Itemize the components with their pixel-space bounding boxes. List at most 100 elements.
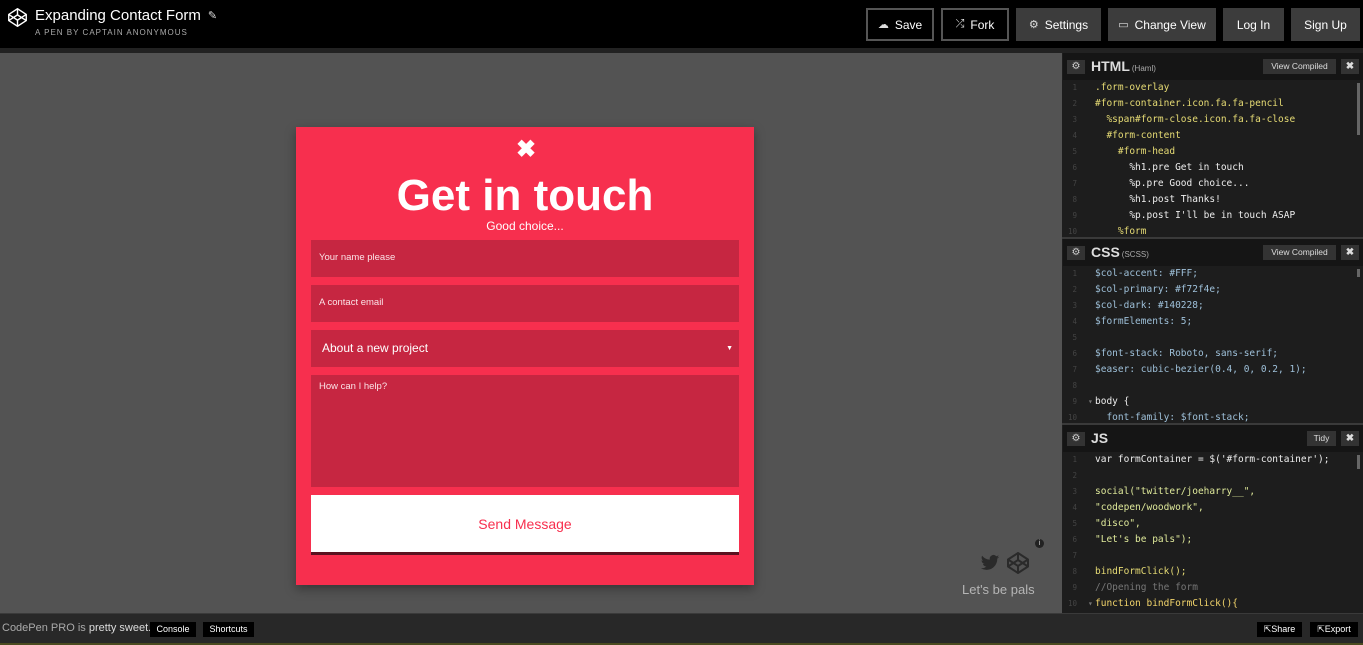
message-textarea[interactable]: How can I help? <box>311 375 739 487</box>
css-code-area[interactable]: 1 $col-accent: #FFF; 2 $col-primary: #f72f… <box>1063 266 1363 423</box>
code-line: //Opening the form <box>1095 582 1198 593</box>
layout-icon: ▭ <box>1118 19 1129 31</box>
result-preview: ✖ Get in touch Good choice... Your name … <box>0 53 1062 613</box>
pencil-icon[interactable]: ✎ <box>208 7 217 25</box>
social-caption: Let's be pals <box>962 582 1035 597</box>
fork-label: Fork <box>970 17 995 32</box>
form-subtitle: Good choice... <box>486 219 564 233</box>
fork-icon: ⤮ <box>955 18 965 30</box>
code-line: $easer: cubic-bezier(0.4, 0, 0.2, 1); <box>1095 364 1307 375</box>
html-editor-title: HTML (Haml) <box>1091 58 1156 74</box>
login-label: Log In <box>1236 17 1271 32</box>
info-icon[interactable]: i <box>1035 539 1044 548</box>
code-line: "disco", <box>1095 518 1141 529</box>
close-icon[interactable]: ✖ <box>515 138 537 162</box>
code-line: #form-container.icon.fa.fa-pencil <box>1095 98 1284 109</box>
pen-title: Expanding Contact Form ✎ <box>35 7 217 25</box>
code-line: #form-head <box>1095 146 1176 157</box>
twitter-icon[interactable] <box>980 553 1000 573</box>
fold-arrow-icon[interactable]: ▾ <box>1088 394 1093 410</box>
subject-select[interactable]: About a new project ▼ <box>311 330 739 367</box>
contact-form-card: ✖ Get in touch Good choice... Your name … <box>296 127 754 585</box>
css-editor-title: CSS (SCSS) <box>1091 244 1149 260</box>
close-icon[interactable]: ✖ <box>1341 245 1359 260</box>
js-editor-pane: ⚙ JS Tidy ✖ 1 var formContainer = $('#for… <box>1063 425 1363 613</box>
signup-button[interactable]: Sign Up <box>1291 8 1360 41</box>
html-editor-header: ⚙ HTML (Haml) View Compiled ✖ <box>1063 53 1363 80</box>
css-editor-pane: ⚙ CSS (SCSS) View Compiled ✖ 1 $col-accent… <box>1063 239 1363 423</box>
bottom-bar: CodePen PRO is pretty sweet. Console Sho… <box>0 613 1363 645</box>
html-editor-pane: ⚙ HTML (Haml) View Compiled ✖ 1 .form-over… <box>1063 53 1363 237</box>
code-line: %h1.pre Get in touch <box>1095 162 1244 173</box>
settings-button[interactable]: ⚙ Settings <box>1016 8 1101 41</box>
code-line: bindFormClick(); <box>1095 566 1187 577</box>
gear-icon[interactable]: ⚙ <box>1067 60 1085 74</box>
editor-column: ⚙ HTML (Haml) View Compiled ✖ 1 .form-over… <box>1062 53 1363 613</box>
chevron-down-icon: ▼ <box>726 345 733 352</box>
codepen-icon[interactable] <box>1006 551 1030 575</box>
code-line: %p.post I'll be in touch ASAP <box>1095 210 1296 221</box>
js-scrollbar[interactable] <box>1357 455 1360 469</box>
css-view-compiled-button[interactable]: View Compiled <box>1263 245 1336 260</box>
code-line: $col-primary: #f72f4e; <box>1095 284 1221 295</box>
code-line: "codepen/woodwork", <box>1095 502 1204 513</box>
gear-icon[interactable]: ⚙ <box>1067 246 1085 260</box>
close-icon[interactable]: ✖ <box>1341 59 1359 74</box>
code-line: $col-dark: #140228; <box>1095 300 1204 311</box>
code-line: %h1.post Thanks! <box>1095 194 1221 205</box>
js-editor-title: JS <box>1091 430 1109 446</box>
send-message-button[interactable]: Send Message <box>311 495 739 555</box>
name-input[interactable]: Your name please <box>311 240 739 277</box>
subject-select-value: About a new project <box>322 341 429 355</box>
console-button[interactable]: Console <box>150 622 196 637</box>
pro-promo[interactable]: CodePen PRO is pretty sweet. <box>2 622 151 634</box>
export-icon: ⇱ <box>1317 624 1325 634</box>
save-label: Save <box>894 17 923 32</box>
html-scrollbar[interactable] <box>1357 83 1360 135</box>
fork-button[interactable]: ⤮ Fork <box>941 8 1009 41</box>
js-editor-header: ⚙ JS Tidy ✖ <box>1063 425 1363 452</box>
shortcuts-button[interactable]: Shortcuts <box>203 622 254 637</box>
export-button[interactable]: ⇱Export <box>1310 622 1358 637</box>
pen-author: A PEN BY CAPTAIN ANONYMOUS <box>35 28 188 37</box>
js-code-area[interactable]: 1 var formContainer = $('#form-container'… <box>1063 452 1363 613</box>
close-icon[interactable]: ✖ <box>1341 431 1359 446</box>
code-line: body { <box>1095 396 1130 407</box>
html-view-compiled-button[interactable]: View Compiled <box>1263 59 1336 74</box>
code-line: function bindFormClick(){ <box>1095 598 1238 609</box>
change-view-label: Change View <box>1134 17 1206 32</box>
code-line: $formElements: 5; <box>1095 316 1193 327</box>
code-line: %p.pre Good choice... <box>1095 178 1250 189</box>
codepen-logo-icon[interactable] <box>7 7 28 28</box>
html-preprocessor: (Haml) <box>1131 64 1156 73</box>
code-line: "Let's be pals"); <box>1095 534 1193 545</box>
code-line: var formContainer = $('#form-container')… <box>1095 454 1330 465</box>
pen-title-text: Expanding Contact Form <box>35 7 201 24</box>
login-button[interactable]: Log In <box>1223 8 1284 41</box>
gear-icon[interactable]: ⚙ <box>1067 432 1085 446</box>
signup-label: Sign Up <box>1304 17 1347 32</box>
pro-promo-prefix: CodePen PRO is <box>2 622 86 634</box>
css-title-text: CSS <box>1091 244 1120 260</box>
share-button[interactable]: ⇱Share <box>1257 622 1302 637</box>
email-input[interactable]: A contact email <box>311 285 739 322</box>
code-line: #form-content <box>1095 130 1181 141</box>
css-scrollbar[interactable] <box>1357 269 1360 277</box>
js-tidy-button[interactable]: Tidy <box>1307 431 1336 446</box>
settings-label: Settings <box>1044 17 1089 32</box>
pro-promo-strong: pretty sweet. <box>88 622 152 634</box>
code-line: $col-accent: #FFF; <box>1095 268 1198 279</box>
code-line: $font-stack: Roboto, sans-serif; <box>1095 348 1279 359</box>
save-button[interactable]: ☁ Save <box>866 8 934 41</box>
top-header: Expanding Contact Form ✎ A PEN BY CAPTAI… <box>0 0 1363 48</box>
code-line: %form <box>1095 226 1147 237</box>
code-line: font-family: $font-stack; <box>1095 412 1250 423</box>
form-title: Get in touch <box>396 171 654 220</box>
html-code-area[interactable]: 1 .form-overlay 2 #form-container.icon.fa.… <box>1063 80 1363 237</box>
cloud-icon: ☁ <box>877 19 889 31</box>
html-title-text: HTML <box>1091 58 1130 74</box>
css-preprocessor: (SCSS) <box>1121 250 1149 259</box>
fold-arrow-icon[interactable]: ▾ <box>1088 596 1093 612</box>
code-line: .form-overlay <box>1095 82 1170 93</box>
change-view-button[interactable]: ▭ Change View <box>1108 8 1216 41</box>
